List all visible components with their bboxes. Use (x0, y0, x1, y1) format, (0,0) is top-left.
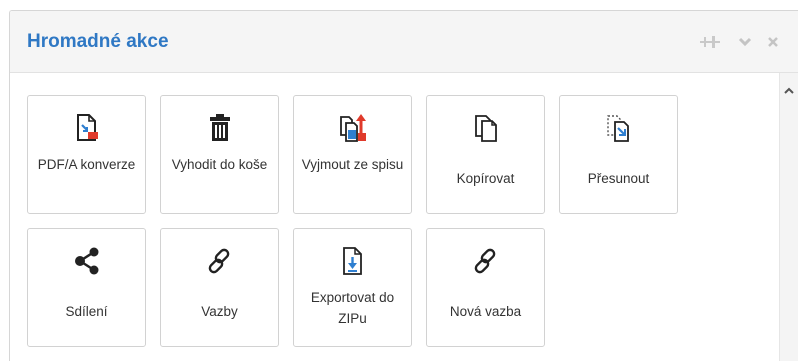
action-label: Přesunout (587, 171, 650, 186)
share-icon (72, 246, 102, 276)
copy-icon (471, 113, 501, 143)
action-label: Kopírovat (456, 171, 515, 186)
action-label: Nová vazba (449, 304, 522, 319)
pdf-convert-icon (72, 113, 102, 143)
vertical-scrollbar[interactable] (779, 73, 798, 361)
panel-header: Hromadné akce (10, 11, 798, 73)
action-move[interactable]: Přesunout (559, 95, 678, 214)
action-remove-from-file[interactable]: Vyjmout ze spisu (293, 95, 412, 214)
trash-icon (205, 113, 235, 143)
scroll-up-arrow-icon[interactable] (783, 82, 795, 100)
bulk-actions-panel: Hromadné akce PDF/A konverze Vyhodit do … (9, 10, 798, 361)
panel-title: Hromadné akce (27, 31, 169, 52)
close-icon[interactable] (767, 35, 779, 53)
pin-icon[interactable] (700, 35, 720, 54)
link-icon (205, 246, 235, 276)
action-label: Sdílení (65, 304, 108, 319)
action-new-link[interactable]: Nová vazba (426, 228, 545, 347)
action-move-to-trash[interactable]: Vyhodit do koše (160, 95, 279, 214)
action-export-zip[interactable]: Exportovat do ZIPu (293, 228, 412, 347)
action-pdfa-conversion[interactable]: PDF/A konverze (27, 95, 146, 214)
actions-grid: PDF/A konverze Vyhodit do koše Vyjmout z… (10, 73, 798, 361)
action-label: Vyhodit do koše (171, 157, 268, 172)
action-label: Vazby (201, 304, 238, 319)
action-links[interactable]: Vazby (160, 228, 279, 347)
action-label: PDF/A konverze (37, 157, 136, 172)
chevron-down-icon[interactable] (738, 35, 752, 53)
action-label: Exportovat do ZIPu (310, 290, 395, 326)
action-sharing[interactable]: Sdílení (27, 228, 146, 347)
action-label: Vyjmout ze spisu (301, 157, 404, 172)
new-link-icon (471, 246, 501, 276)
action-copy[interactable]: Kopírovat (426, 95, 545, 214)
export-zip-icon (338, 246, 368, 276)
move-icon (604, 113, 634, 143)
remove-from-file-icon (338, 113, 368, 143)
